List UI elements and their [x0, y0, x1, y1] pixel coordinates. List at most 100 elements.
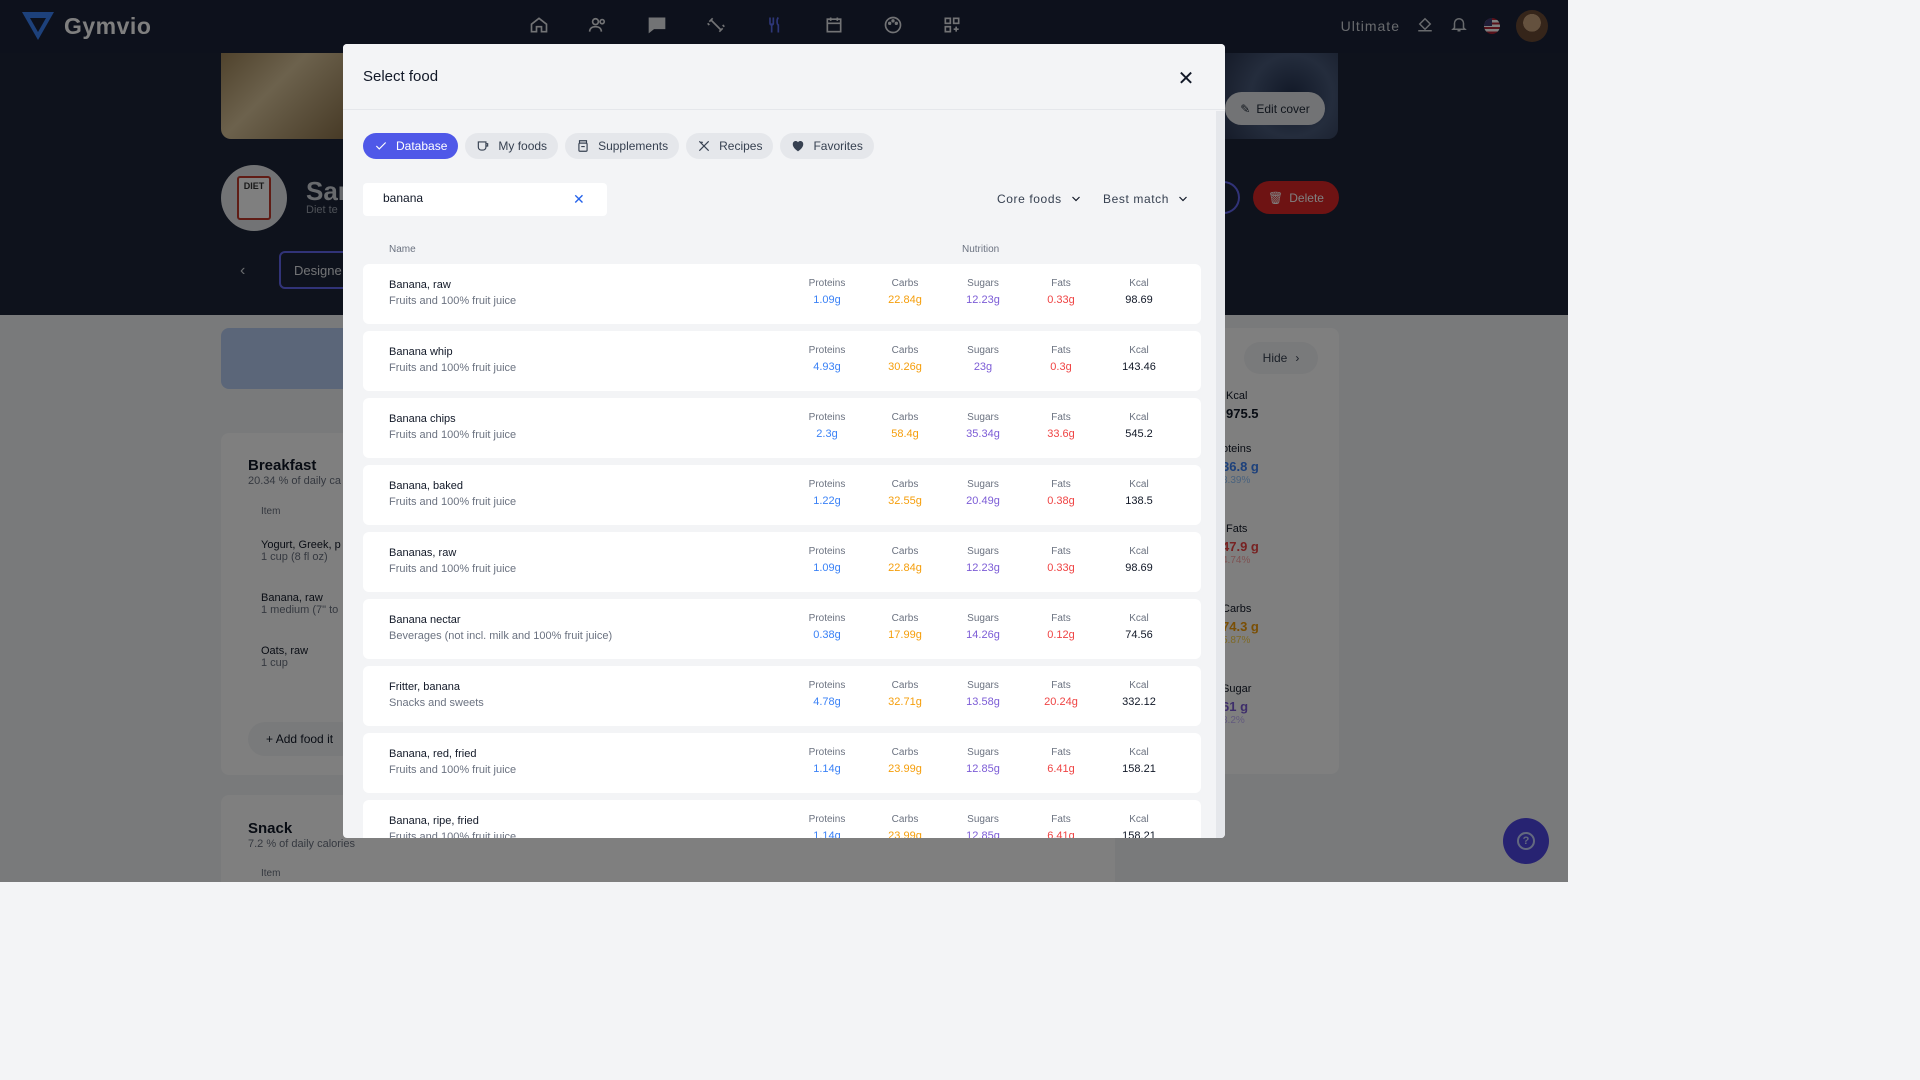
- nutrient-fats: Fats 0.12g: [1026, 613, 1096, 641]
- tab-database[interactable]: Database: [363, 133, 459, 159]
- nutrient-label: Proteins: [808, 479, 846, 490]
- chevron-down-icon: [1071, 196, 1080, 202]
- nutrient-label: Kcal: [1129, 680, 1149, 691]
- food-name: Banana whip: [389, 346, 453, 358]
- nutrient-value: 0.12g: [1047, 629, 1075, 641]
- nutrient-label: Fats: [1051, 613, 1071, 624]
- food-row[interactable]: Banana, raw Fruits and 100% fruit juice Pr…: [363, 264, 1201, 324]
- nutrient-label: Carbs: [891, 479, 919, 490]
- nutrient-value: 32.71g: [888, 696, 922, 708]
- nutrient-label: Carbs: [891, 345, 919, 356]
- nutrient-value: 158.21: [1122, 830, 1156, 838]
- food-row[interactable]: Banana nectar Beverages (not incl. milk a…: [363, 599, 1201, 659]
- search-input[interactable]: [383, 191, 563, 205]
- nutrient-label: Fats: [1051, 412, 1071, 423]
- clear-icon[interactable]: ✕: [573, 191, 585, 208]
- nutrient-label: Carbs: [891, 613, 919, 624]
- nutrient-label: Sugars: [967, 546, 999, 557]
- tab-favorites[interactable]: Favorites: [780, 133, 874, 159]
- nutrient-label: Kcal: [1129, 546, 1149, 557]
- nutrient-value: 23.99g: [888, 830, 922, 838]
- nutrient-label: Sugars: [967, 814, 999, 825]
- food-row[interactable]: Banana chips Fruits and 100% fruit juice P…: [363, 398, 1201, 458]
- category-filter-dropdown[interactable]: Core foods: [997, 192, 1082, 206]
- food-category: Fruits and 100% fruit juice: [389, 764, 517, 776]
- food-name: Bananas, raw: [389, 547, 457, 559]
- food-row[interactable]: Banana whip Fruits and 100% fruit juice Pr…: [363, 331, 1201, 391]
- nutrient-kcal: Kcal 98.69: [1104, 546, 1174, 574]
- nutrient-label: Sugars: [967, 345, 999, 356]
- nutrient-fats: Fats 33.6g: [1026, 412, 1096, 440]
- modal-title: Select food: [363, 68, 439, 85]
- nutrient-label: Carbs: [891, 546, 919, 557]
- food-row[interactable]: Banana, baked Fruits and 100% fruit juice…: [363, 465, 1201, 525]
- nutrient-kcal: Kcal 143.46: [1104, 345, 1174, 373]
- nutrient-kcal: Kcal 332.12: [1104, 680, 1174, 708]
- food-name: Banana, baked: [389, 480, 464, 492]
- nutrient-value: 23g: [973, 361, 993, 373]
- nutrient-sugars: Sugars 13.58g: [948, 680, 1018, 708]
- food-category: Beverages (not incl. milk and 100% fruit…: [389, 630, 613, 642]
- dropdown-label: Best match: [1103, 192, 1170, 206]
- nutrient-value: 6.41g: [1047, 830, 1075, 838]
- nutrient-value: 12.85g: [966, 763, 1000, 775]
- nutrient-label: Fats: [1051, 680, 1071, 691]
- food-category: Fruits and 100% fruit juice: [389, 831, 517, 838]
- nutrient-carbs: Carbs 17.99g: [870, 613, 940, 641]
- tab-recipes[interactable]: Recipes: [686, 133, 774, 159]
- nutrient-value: 1.14g: [813, 763, 841, 775]
- close-icon[interactable]: ✕: [1176, 68, 1196, 90]
- nutrient-label: Sugars: [967, 680, 999, 691]
- nutrient-label: Kcal: [1129, 747, 1149, 758]
- utensils-icon: [699, 140, 710, 152]
- food-row[interactable]: Bananas, raw Fruits and 100% fruit juice P…: [363, 532, 1201, 592]
- nutrient-value: 2.3g: [816, 428, 838, 440]
- food-row[interactable]: Fritter, banana Snacks and sweets Proteins…: [363, 666, 1201, 726]
- nutrient-value: 4.93g: [813, 361, 841, 373]
- tab-my-foods[interactable]: My foods: [465, 133, 559, 159]
- jar-icon: [578, 140, 588, 152]
- nutrient-value: 22.84g: [888, 562, 922, 574]
- nutrient-value: 33.6g: [1047, 428, 1075, 440]
- nutrient-label: Fats: [1051, 814, 1071, 825]
- nutrient-kcal: Kcal 74.56: [1104, 613, 1174, 641]
- nutrient-value: 58.4g: [891, 428, 919, 440]
- column-header-nutrition: Nutrition: [962, 244, 1000, 255]
- modal-header: Select food ✕: [343, 44, 1225, 110]
- nutrient-value: 20.24g: [1044, 696, 1078, 708]
- nutrient-value: 1.22g: [813, 495, 841, 507]
- nutrient-value: 35.34g: [966, 428, 1000, 440]
- nutrient-value: 143.46: [1122, 361, 1156, 373]
- food-category: Snacks and sweets: [389, 697, 484, 709]
- nutrient-carbs: Carbs 58.4g: [870, 412, 940, 440]
- sort-dropdown[interactable]: Best match: [1103, 192, 1189, 206]
- nutrient-value: 1.14g: [813, 830, 841, 838]
- check-icon: [375, 142, 387, 150]
- nutrient-value: 14.26g: [966, 629, 1000, 641]
- nutrient-label: Fats: [1051, 479, 1071, 490]
- nutrient-value: 20.49g: [966, 495, 1000, 507]
- nutrient-kcal: Kcal 545.2: [1104, 412, 1174, 440]
- nutrient-label: Fats: [1051, 278, 1071, 289]
- nutrient-value: 545.2: [1125, 428, 1153, 440]
- nutrient-proteins: Proteins 1.14g: [792, 814, 862, 838]
- food-category: Fruits and 100% fruit juice: [389, 429, 517, 441]
- food-row[interactable]: Banana, red, fried Fruits and 100% fruit …: [363, 733, 1201, 793]
- nutrient-label: Proteins: [808, 345, 846, 356]
- nutrient-carbs: Carbs 22.84g: [870, 278, 940, 306]
- nutrient-fats: Fats 20.24g: [1026, 680, 1096, 708]
- nutrient-value: 0.33g: [1047, 562, 1075, 574]
- nutrient-value: 12.23g: [966, 294, 1000, 306]
- nutrient-label: Proteins: [808, 412, 846, 423]
- nutrient-fats: Fats 6.41g: [1026, 747, 1096, 775]
- nutrient-value: 0.38g: [813, 629, 841, 641]
- nutrient-kcal: Kcal 158.21: [1104, 814, 1174, 838]
- nutrient-sugars: Sugars 35.34g: [948, 412, 1018, 440]
- nutrient-kcal: Kcal 158.21: [1104, 747, 1174, 775]
- food-category: Fruits and 100% fruit juice: [389, 563, 517, 575]
- nutrient-label: Sugars: [967, 278, 999, 289]
- food-row[interactable]: Banana, ripe, fried Fruits and 100% fruit…: [363, 800, 1201, 838]
- scrollbar[interactable]: [1216, 111, 1225, 838]
- tab-supplements[interactable]: Supplements: [565, 133, 680, 159]
- nutrient-fats: Fats 6.41g: [1026, 814, 1096, 838]
